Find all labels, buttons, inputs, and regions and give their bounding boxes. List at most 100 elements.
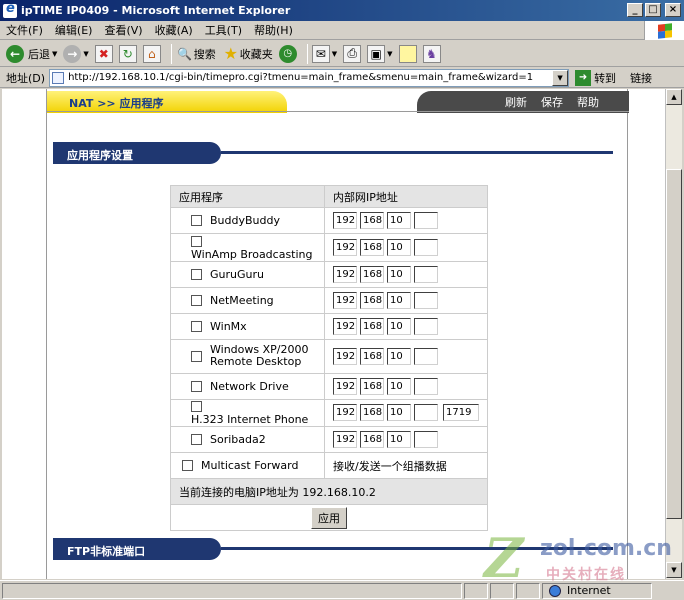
scroll-up-icon[interactable]: ▲ <box>666 89 682 105</box>
ip-octet-3[interactable]: 10 <box>387 238 411 256</box>
ip-octet-3[interactable]: 10 <box>387 291 411 309</box>
ip-octet-1[interactable]: 192 <box>333 377 357 395</box>
edit-button[interactable]: ▣ ▼ <box>367 44 393 63</box>
page-viewport: NAT >> 应用程序 刷新 保存 帮助 应用程序设置 应用程序 内部网IP地址… <box>2 89 665 579</box>
address-dropdown-icon[interactable]: ▼ <box>552 69 569 86</box>
menu-tools[interactable]: 工具(T) <box>199 22 248 38</box>
ip-octet-2[interactable]: 168 <box>360 265 384 283</box>
edit-dropdown-icon[interactable]: ▼ <box>387 50 392 58</box>
ip-octet-2[interactable]: 168 <box>360 291 384 309</box>
ip-octet-2[interactable]: 168 <box>360 317 384 335</box>
scroll-down-icon[interactable]: ▼ <box>666 562 682 578</box>
mail-dropdown-icon[interactable]: ▼ <box>332 50 337 58</box>
ip-octet-4[interactable] <box>414 404 438 422</box>
discuss-button[interactable] <box>398 44 417 63</box>
multicast-checkbox[interactable] <box>182 460 193 472</box>
app-checkbox[interactable] <box>191 350 202 362</box>
ip-octet-3[interactable]: 10 <box>387 404 411 422</box>
ip-octet-1[interactable]: 192 <box>333 238 357 256</box>
ip-octet-2[interactable]: 168 <box>360 431 384 448</box>
ip-octet-1[interactable]: 192 <box>333 431 357 448</box>
ip-octet-1[interactable]: 192 <box>333 265 357 283</box>
app-checkbox[interactable] <box>191 401 202 412</box>
ip-octet-1[interactable]: 192 <box>333 404 357 422</box>
app-checkbox[interactable] <box>191 380 202 392</box>
stop-button[interactable]: ✖ <box>94 44 113 63</box>
history-button[interactable]: ◷ <box>278 44 297 63</box>
menu-help[interactable]: 帮助(H) <box>248 22 299 38</box>
ip-octet-2[interactable]: 168 <box>360 238 384 256</box>
app-checkbox[interactable] <box>191 434 202 446</box>
col-header-ip: 内部网IP地址 <box>324 185 488 208</box>
ip-octet-1[interactable]: 192 <box>333 291 357 309</box>
scroll-thumb[interactable] <box>666 169 682 519</box>
ip-octet-3[interactable]: 10 <box>387 377 411 395</box>
back-button[interactable]: ← 后退 ▼ <box>6 44 57 63</box>
ip-octet-4[interactable] <box>414 291 438 309</box>
apply-button[interactable]: 应用 <box>311 506 347 529</box>
menu-bar: 文件(F) 编辑(E) 查看(V) 收藏(A) 工具(T) 帮助(H) <box>0 21 684 40</box>
search-button[interactable]: 🔍 搜索 <box>176 45 215 63</box>
ip-octet-3[interactable]: 10 <box>387 265 411 283</box>
links-button[interactable]: 链接 <box>630 70 652 86</box>
messenger-button[interactable]: ♞ <box>422 44 441 63</box>
refresh-button[interactable]: ↻ <box>118 44 137 63</box>
port-field[interactable]: 1719 <box>443 404 479 422</box>
mail-button[interactable]: ✉ ▼ <box>311 44 337 63</box>
status-segment <box>490 582 514 599</box>
app-checkbox[interactable] <box>191 320 202 332</box>
go-button[interactable]: ➜ 转到 <box>575 69 616 86</box>
ip-octet-4[interactable] <box>414 212 438 229</box>
breadcrumb: NAT >> 应用程序 <box>47 91 287 113</box>
table-header: 应用程序 内部网IP地址 <box>170 185 488 208</box>
ip-octet-4[interactable] <box>414 377 438 395</box>
favorites-button[interactable]: ★ 收藏夹 <box>222 44 273 63</box>
ip-octet-4[interactable] <box>414 265 438 283</box>
ip-octet-3[interactable]: 10 <box>387 431 411 448</box>
ip-octet-3[interactable]: 10 <box>387 212 411 229</box>
app-checkbox[interactable] <box>191 235 202 247</box>
home-button[interactable]: ⌂ <box>142 44 161 63</box>
forward-dropdown-icon[interactable]: ▼ <box>83 50 88 58</box>
ip-octet-4[interactable] <box>414 431 438 448</box>
status-bar: Internet <box>0 580 684 600</box>
ip-octet-4[interactable] <box>414 347 438 365</box>
menu-favorites[interactable]: 收藏(A) <box>149 22 199 38</box>
ip-octet-4[interactable] <box>414 238 438 256</box>
back-dropdown-icon[interactable]: ▼ <box>52 50 57 58</box>
multicast-description: 接收/发送一个组播数据 <box>324 452 488 479</box>
vertical-scrollbar[interactable]: ▲ ▼ <box>665 89 682 579</box>
ip-octet-1[interactable]: 192 <box>333 347 357 365</box>
menu-edit[interactable]: 编辑(E) <box>49 22 99 38</box>
app-checkbox[interactable] <box>191 294 202 306</box>
app-name: Soribada2 <box>210 433 266 447</box>
help-link[interactable]: 帮助 <box>577 94 599 110</box>
app-checkbox[interactable] <box>191 215 202 227</box>
maximize-button[interactable]: □ <box>645 3 661 17</box>
address-label: 地址(D) <box>6 71 46 85</box>
address-input[interactable]: http://192.168.10.1/cgi-bin/timepro.cgi?… <box>49 68 570 87</box>
app-checkbox[interactable] <box>191 268 202 280</box>
ip-octet-2[interactable]: 168 <box>360 212 384 229</box>
refresh-link[interactable]: 刷新 <box>505 94 527 110</box>
menu-file[interactable]: 文件(F) <box>0 22 49 38</box>
forward-button[interactable]: → ▼ <box>63 44 89 63</box>
ip-octet-1[interactable]: 192 <box>333 212 357 229</box>
ip-octet-3[interactable]: 10 <box>387 317 411 335</box>
ip-octet-4[interactable] <box>414 317 438 335</box>
close-button[interactable]: × <box>665 3 681 17</box>
print-button[interactable]: ⎙ <box>343 44 362 63</box>
ip-octet-1[interactable]: 192 <box>333 317 357 335</box>
menu-view[interactable]: 查看(V) <box>98 22 148 38</box>
ip-octet-2[interactable]: 168 <box>360 404 384 422</box>
ip-octet-2[interactable]: 168 <box>360 377 384 395</box>
multicast-row: Multicast Forward 接收/发送一个组播数据 <box>170 452 488 479</box>
table-row: H.323 Internet Phone 192 168 10 1719 <box>170 398 488 427</box>
ip-octet-3[interactable]: 10 <box>387 347 411 365</box>
router-page: NAT >> 应用程序 刷新 保存 帮助 应用程序设置 应用程序 内部网IP地址… <box>46 89 629 579</box>
save-link[interactable]: 保存 <box>541 94 563 110</box>
current-ip-row: 当前连接的电脑IP地址为 192.168.10.2 <box>170 478 488 505</box>
ip-octet-2[interactable]: 168 <box>360 347 384 365</box>
minimize-button[interactable]: _ <box>627 3 643 17</box>
history-icon: ◷ <box>278 44 297 63</box>
